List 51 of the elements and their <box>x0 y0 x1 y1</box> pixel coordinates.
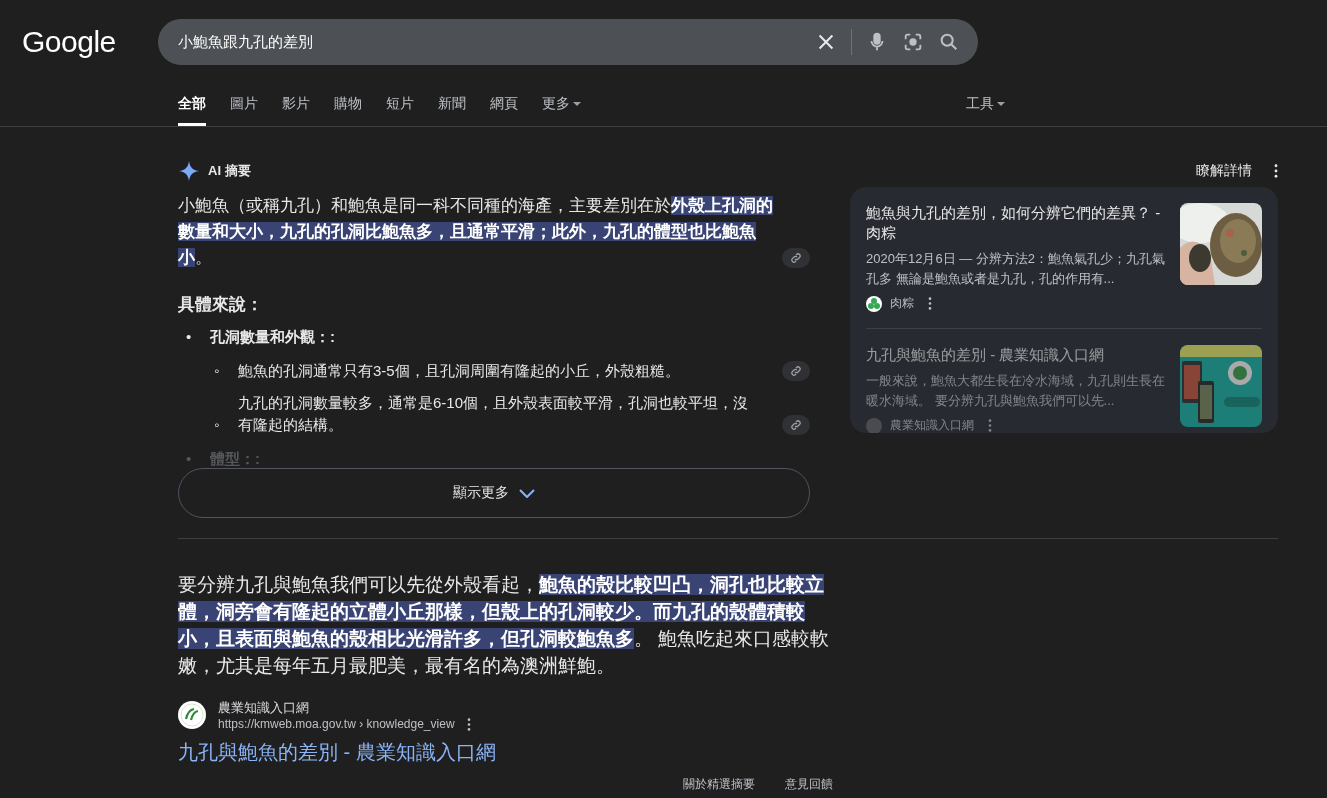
sparkle-icon <box>178 160 200 182</box>
citation-link-button[interactable] <box>782 415 810 435</box>
search-tab[interactable]: 圖片 <box>230 95 258 126</box>
source-snippet: 2020年12月6日 — 分辨方法2：鮑魚氣孔少；九孔氣孔多 無論是鮑魚或者是九孔，孔的作用有... <box>866 250 1167 288</box>
search-field[interactable]: 小鮑魚跟九孔的差別 <box>158 19 978 65</box>
result-title-link[interactable]: 九孔與鮑魚的差別 - 農業知識入口網 <box>178 739 833 766</box>
search-tab[interactable]: 網頁 <box>490 95 518 126</box>
citation-link-button[interactable] <box>782 361 810 381</box>
search-tab[interactable]: 全部 <box>178 95 206 126</box>
bullet-point-text: 鮑魚的孔洞通常只有3-5個，且孔洞周圍有隆起的小丘，外殼粗糙。 <box>238 361 681 381</box>
link-icon <box>790 419 802 431</box>
footer-link[interactable]: 意見回饋 <box>785 776 833 793</box>
featured-snippet-text: 要分辨九孔與鮑魚我們可以先從外殼看起，鮑魚的殼比較凹凸，洞孔也比較立體，洞旁會有隆起的立體小丘那樣，但殼上的孔洞較少。而九孔的殼體積較小，且表面與鮑魚的殼相比光滑許多，但孔洞較鮑魚多。 鮑魚吃起來口感較軟嫩，尤其是每年五月最肥美，最有名的為澳洲鮮鮑。 <box>178 573 831 678</box>
site-logo-icon <box>866 417 882 433</box>
search-icon[interactable] <box>938 31 960 53</box>
site-name: 農業知識入口網 <box>218 699 310 717</box>
google-logo[interactable]: Google <box>22 25 158 59</box>
tools-button[interactable]: 工具 <box>966 95 1005 126</box>
search-tab[interactable]: 短片 <box>386 95 414 126</box>
bullet-marker: ◦ <box>214 415 221 435</box>
more-options-icon[interactable] <box>466 717 471 731</box>
summary-paragraph: 小鮑魚（或稱九孔）和鮑魚是同一科不同種的海產，主要差別在於外殼上孔洞的數量和大小，九孔的孔洞比鮑魚多，且通常平滑；此外，九孔的體型也比鮑魚小。 <box>178 195 774 269</box>
camera-icon[interactable] <box>902 31 924 53</box>
source-title-link[interactable]: 鮑魚與九孔的差別，如何分辨它們的差異？ - 肉粽 <box>866 203 1168 243</box>
bullet-point-title: 體型：: <box>210 449 260 466</box>
source-site-name: 肉粽 <box>890 295 914 312</box>
ai-overview-label: AI 摘要 <box>208 162 251 180</box>
source-title-link[interactable]: 九孔與鮑魚的差別 - 農業知識入口網 <box>866 345 1168 365</box>
source-site-name: 農業知識入口網 <box>890 417 974 433</box>
bullet-marker: • <box>186 327 193 347</box>
learn-more-link[interactable]: 瞭解詳情 <box>1196 162 1252 180</box>
site-url: https://kmweb.moa.gov.tw › knowledge_view <box>218 717 455 731</box>
bullet-point-text: 九孔的孔洞數量較多，通常是6-10個，且外殼表面較平滑，孔洞也較平坦，沒有隆起的結構。 <box>238 393 750 435</box>
search-tab[interactable]: 影片 <box>282 95 310 126</box>
bullet-point-title: 孔洞數量和外觀：: <box>210 327 335 347</box>
chevron-down-icon <box>519 488 535 498</box>
section-heading: 具體來說： <box>178 294 264 316</box>
bullet-marker: • <box>186 449 193 466</box>
link-icon <box>790 365 802 377</box>
site-logo-icon <box>866 295 882 312</box>
more-options-icon[interactable] <box>1274 164 1278 178</box>
show-more-button[interactable]: 顯示更多 <box>178 468 810 518</box>
bullet-marker: ◦ <box>214 361 221 381</box>
search-tab[interactable]: 購物 <box>334 95 362 126</box>
link-icon <box>790 252 802 264</box>
search-tab[interactable]: 新聞 <box>438 95 466 126</box>
site-logo-icon <box>178 701 206 729</box>
more-options-icon[interactable] <box>928 297 932 310</box>
citation-link-button[interactable] <box>782 248 810 268</box>
search-tab[interactable]: 更多 <box>542 95 581 126</box>
footer-link[interactable]: 關於精選摘要 <box>683 776 755 793</box>
